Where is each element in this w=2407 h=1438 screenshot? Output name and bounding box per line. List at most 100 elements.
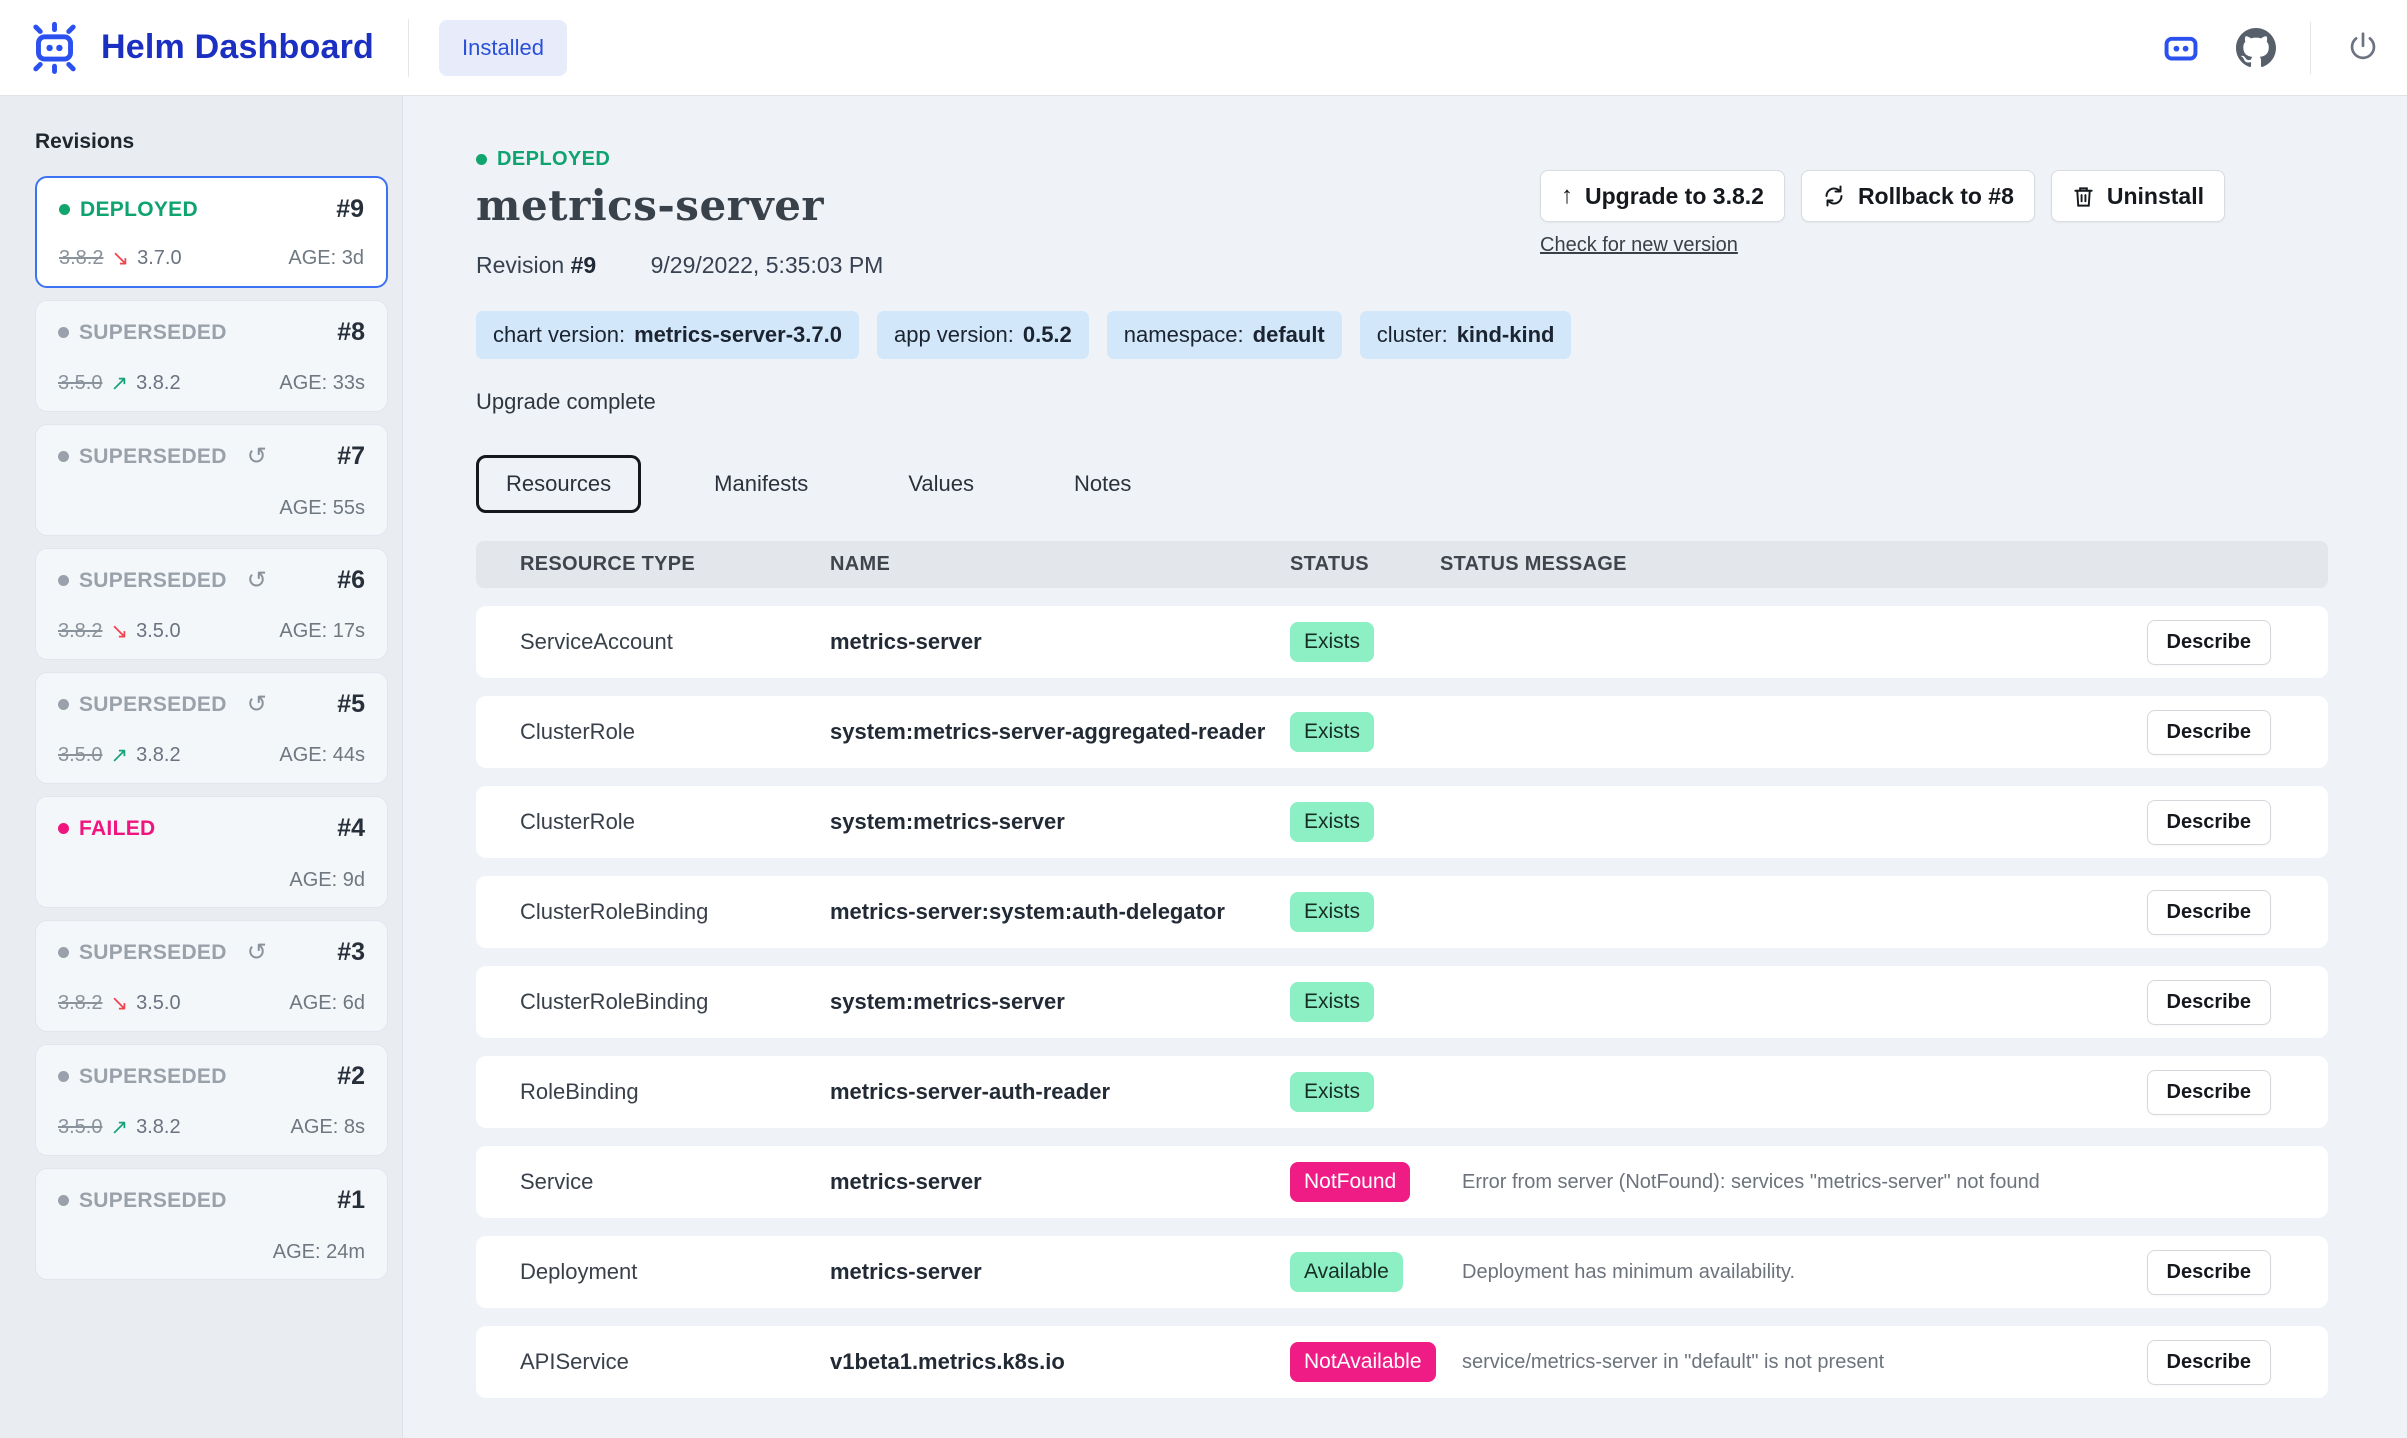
status-badge: Available	[1290, 1252, 1403, 1292]
status-badge: Exists	[1290, 622, 1374, 662]
version-old: 3.8.2	[58, 992, 102, 1015]
revision-status: SUPERSEDED	[79, 1189, 227, 1213]
revision-number: #8	[337, 318, 365, 347]
status-dot	[58, 699, 69, 710]
api-robot-icon[interactable]	[2160, 27, 2202, 69]
col-name: NAME	[830, 553, 1290, 576]
col-status: STATUS	[1290, 553, 1440, 576]
revision-card-2[interactable]: SUPERSEDED #2 3.5.0 ↗ 3.8.2 AGE: 8s	[35, 1044, 388, 1156]
nav-tab-installed[interactable]: Installed	[439, 20, 567, 76]
revisions-sidebar: Revisions DEPLOYED #9 3.8.2 ↘ 3.7.0 AGE:…	[0, 96, 403, 1438]
revision-card-5[interactable]: SUPERSEDED↺ #5 3.5.0 ↗ 3.8.2 AGE: 44s	[35, 672, 388, 784]
status-dot	[58, 1071, 69, 1082]
status-dot	[58, 575, 69, 586]
tab-manifests[interactable]: Manifests	[687, 458, 835, 510]
status-badge: Exists	[1290, 892, 1374, 932]
release-meta-badges: chart version:metrics-server-3.7.0 app v…	[476, 311, 2328, 359]
status-dot	[58, 327, 69, 338]
describe-button[interactable]: Describe	[2147, 890, 2272, 935]
tab-bar: Resources Manifests Values Notes	[476, 455, 2328, 513]
revision-number: #6	[337, 566, 365, 595]
revision-age: AGE: 8s	[291, 1116, 365, 1139]
col-status-message: STATUS MESSAGE	[1440, 553, 2168, 576]
describe-button[interactable]: Describe	[2147, 1070, 2272, 1115]
revision-status: SUPERSEDED	[79, 693, 227, 717]
table-row: ServiceAccount metrics-server Exists Des…	[476, 606, 2328, 678]
version-new: 3.8.2	[136, 744, 180, 767]
status-dot	[58, 451, 69, 462]
tab-resources[interactable]: Resources	[476, 455, 641, 513]
describe-button[interactable]: Describe	[2147, 620, 2272, 665]
version-new: 3.8.2	[136, 1116, 180, 1139]
tab-values[interactable]: Values	[881, 458, 1001, 510]
revision-age: AGE: 17s	[279, 620, 365, 643]
rollback-history-icon: ↺	[247, 442, 267, 471]
revision-age: AGE: 33s	[279, 372, 365, 395]
revision-number: #9	[571, 252, 597, 278]
describe-button[interactable]: Describe	[2147, 1250, 2272, 1295]
revision-number: #5	[337, 690, 365, 719]
header-right-divider	[2310, 22, 2311, 74]
revision-card-9[interactable]: DEPLOYED #9 3.8.2 ↘ 3.7.0 AGE: 3d	[35, 176, 388, 288]
version-new: 3.5.0	[136, 620, 180, 643]
version-up-arrow-icon: ↗	[110, 743, 128, 768]
header-actions	[2160, 22, 2381, 74]
app-title: Helm Dashboard	[101, 28, 374, 67]
top-header: Helm Dashboard Installed	[0, 0, 2407, 96]
revision-status: FAILED	[79, 817, 155, 841]
table-row: Deployment metrics-server Available Depl…	[476, 1236, 2328, 1308]
describe-button[interactable]: Describe	[2147, 1340, 2272, 1385]
upgrade-button[interactable]: ↑ Upgrade to 3.8.2	[1540, 170, 1785, 222]
revision-number: #7	[337, 442, 365, 471]
power-icon[interactable]	[2345, 30, 2381, 66]
status-dot	[476, 154, 487, 165]
rollback-button[interactable]: Rollback to #8	[1801, 170, 2035, 222]
describe-button[interactable]: Describe	[2147, 980, 2272, 1025]
status-dot	[58, 823, 69, 834]
describe-button[interactable]: Describe	[2147, 800, 2272, 845]
check-new-version-link[interactable]: Check for new version	[1540, 234, 1738, 257]
status-badge: Exists	[1290, 802, 1374, 842]
col-resource-type: RESOURCE TYPE	[520, 553, 830, 576]
table-row: ClusterRoleBinding system:metrics-server…	[476, 966, 2328, 1038]
revision-number: #3	[337, 938, 365, 967]
page-title: metrics-server	[476, 181, 883, 230]
uninstall-button[interactable]: Uninstall	[2051, 170, 2225, 222]
revision-card-6[interactable]: SUPERSEDED↺ #6 3.8.2 ↘ 3.5.0 AGE: 17s	[35, 548, 388, 660]
status-badge: Exists	[1290, 1072, 1374, 1112]
version-down-arrow-icon: ↘	[110, 991, 128, 1016]
version-old: 3.5.0	[58, 744, 102, 767]
app-version-badge: app version:0.5.2	[877, 311, 1089, 359]
table-row: ClusterRole system:metrics-server Exists…	[476, 786, 2328, 858]
release-date: 9/29/2022, 5:35:03 PM	[651, 252, 884, 278]
header-divider	[408, 19, 409, 77]
status-badge: NotAvailable	[1290, 1342, 1436, 1382]
release-description: Upgrade complete	[476, 389, 2328, 415]
version-up-arrow-icon: ↗	[110, 371, 128, 396]
github-icon[interactable]	[2236, 28, 2276, 68]
table-header: RESOURCE TYPE NAME STATUS STATUS MESSAGE	[476, 541, 2328, 588]
revision-card-7[interactable]: SUPERSEDED↺ #7 AGE: 55s	[35, 424, 388, 536]
revision-status: SUPERSEDED	[79, 941, 227, 965]
revision-status: SUPERSEDED	[79, 569, 227, 593]
describe-button[interactable]: Describe	[2147, 710, 2272, 755]
table-row: APIService v1beta1.metrics.k8s.io NotAva…	[476, 1326, 2328, 1398]
trash-icon	[2072, 185, 2095, 208]
revision-age: AGE: 24m	[273, 1241, 365, 1264]
status-dot	[59, 204, 70, 215]
revision-card-1[interactable]: SUPERSEDED #1 AGE: 24m	[35, 1168, 388, 1280]
helm-dashboard-logo-icon	[26, 19, 83, 76]
revision-card-3[interactable]: SUPERSEDED↺ #3 3.8.2 ↘ 3.5.0 AGE: 6d	[35, 920, 388, 1032]
revision-card-4[interactable]: FAILED #4 AGE: 9d	[35, 796, 388, 908]
tab-notes[interactable]: Notes	[1047, 458, 1158, 510]
revision-number: #2	[337, 1062, 365, 1091]
revision-status: SUPERSEDED	[79, 321, 227, 345]
version-down-arrow-icon: ↘	[110, 619, 128, 644]
version-new: 3.8.2	[136, 372, 180, 395]
table-row: ClusterRole system:metrics-server-aggreg…	[476, 696, 2328, 768]
version-old: 3.8.2	[59, 247, 103, 270]
revision-status: SUPERSEDED	[79, 1065, 227, 1089]
helm-dashboard-app: Helm Dashboard Installed	[0, 0, 2407, 1438]
revision-card-8[interactable]: SUPERSEDED #8 3.5.0 ↗ 3.8.2 AGE: 33s	[35, 300, 388, 412]
version-down-arrow-icon: ↘	[111, 246, 129, 271]
